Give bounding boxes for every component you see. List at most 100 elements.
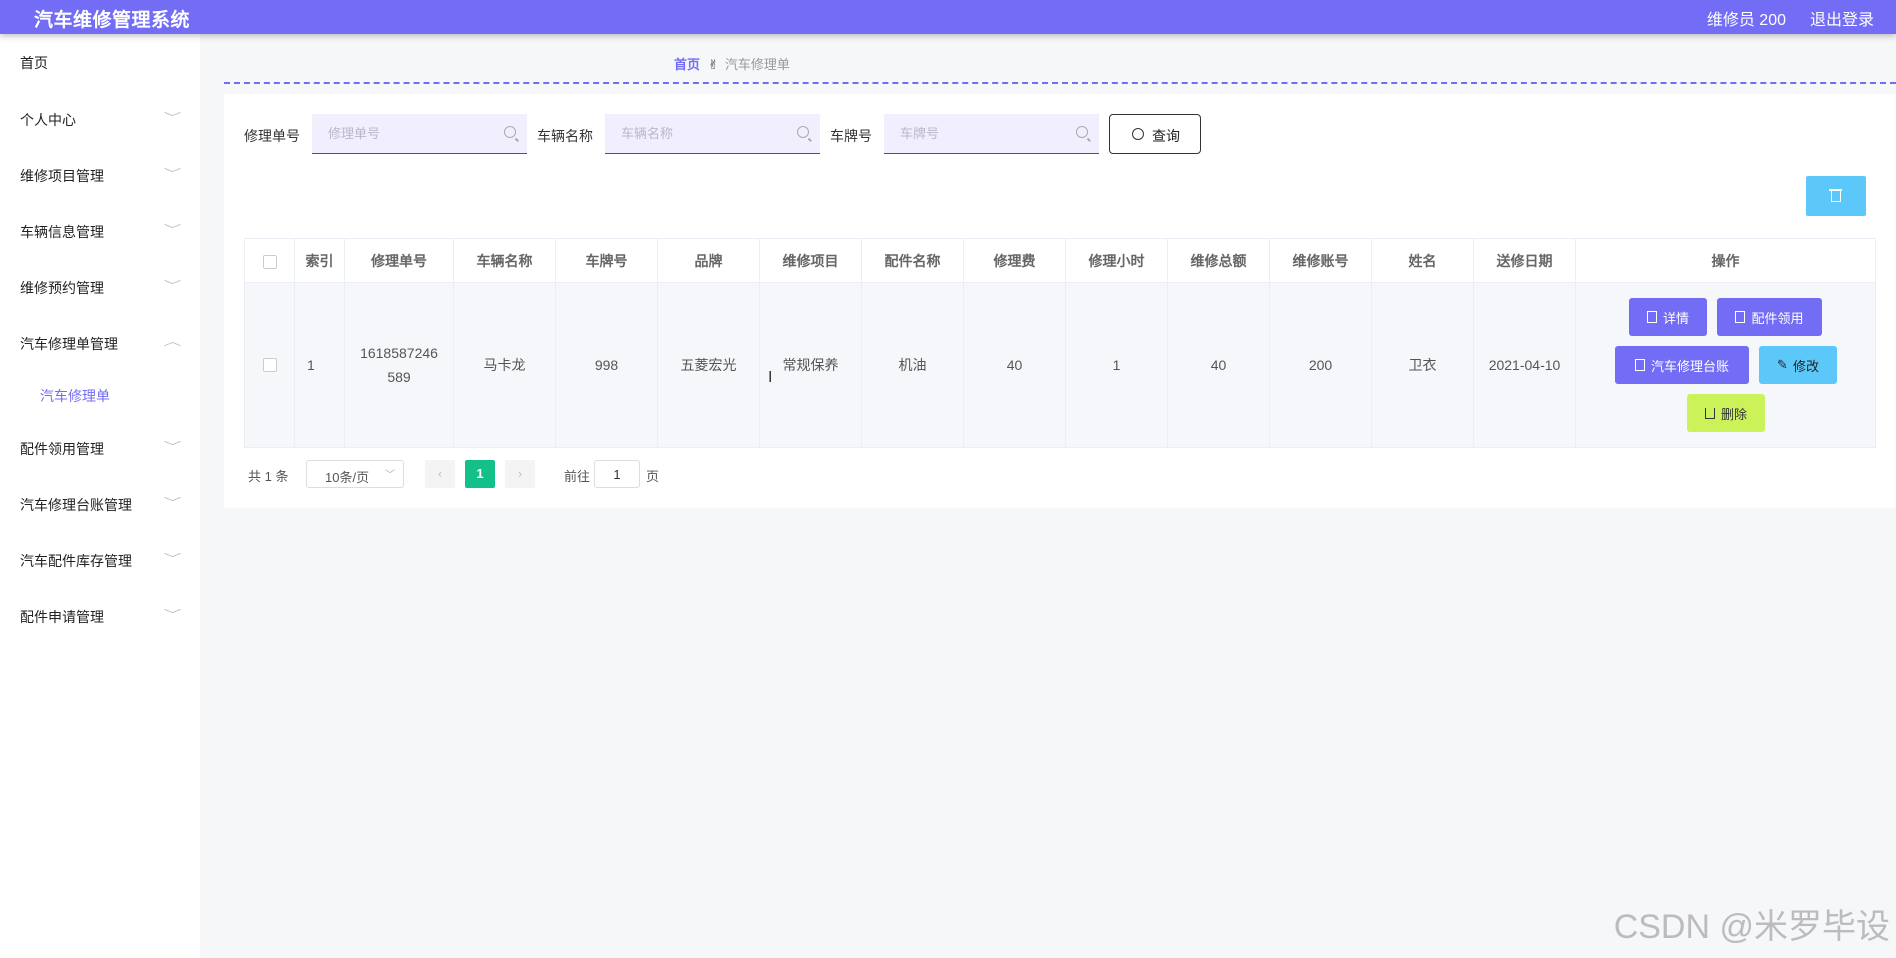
cell-plate: 998	[556, 283, 658, 447]
parts-usage-button[interactable]: 配件领用	[1717, 298, 1822, 336]
edit-icon: ✎	[1777, 357, 1788, 372]
query-button-label: 查询	[1152, 128, 1180, 144]
sidebar-item-parts-application[interactable]: 配件申请管理 ﹀	[0, 596, 200, 636]
sidebar-item-label: 配件申请管理	[20, 609, 104, 625]
sidebar-item-label: 汽车配件库存管理	[20, 553, 132, 569]
chevron-down-icon: ﹀	[163, 168, 182, 180]
column-header: 维修项目	[760, 239, 862, 283]
column-header: 操作	[1576, 239, 1875, 283]
column-header: 品牌	[658, 239, 760, 283]
column-header: 索引	[295, 239, 345, 283]
detail-button-label: 详情	[1662, 310, 1689, 326]
select-all-checkbox[interactable]	[262, 255, 277, 270]
chevron-up-icon: ︿	[163, 336, 182, 348]
plate-input[interactable]	[884, 114, 1099, 154]
repair-ledger-button[interactable]: 汽车修理台账	[1615, 346, 1749, 384]
column-header: 送修日期	[1474, 239, 1576, 283]
car-name-label: 车辆名称	[537, 128, 593, 144]
cell-total: 40	[1168, 283, 1270, 447]
repair-no-input[interactable]	[312, 114, 527, 154]
search-icon	[1076, 126, 1088, 138]
header-select-all	[245, 239, 295, 283]
sidebar-item-label: 车辆信息管理	[20, 224, 104, 240]
column-header: 维修账号	[1270, 239, 1372, 283]
chevron-down-icon: ﹀	[163, 497, 182, 509]
breadcrumb-home[interactable]: 首页	[674, 57, 700, 72]
document-icon	[1646, 311, 1657, 323]
cell-car-name: 马卡龙	[454, 283, 556, 447]
sidebar-item-repair-ledger[interactable]: 汽车修理台账管理 ﹀	[0, 484, 200, 524]
page-unit-label: 页	[646, 469, 660, 484]
repair-no-label: 修理单号	[244, 128, 300, 144]
sidebar-item-label: 配件领用管理	[20, 441, 104, 457]
search-icon	[1132, 128, 1144, 140]
sidebar-subitem-repair-order[interactable]: 汽车修理单	[40, 386, 110, 406]
sidebar-item-label: 汽车修理单管理	[20, 336, 118, 352]
watermark: CSDN @米罗毕设	[1613, 908, 1890, 946]
chevron-down-icon: ﹀	[385, 470, 395, 481]
sidebar-item-label: 维修预约管理	[20, 280, 104, 296]
chevron-down-icon: ﹀	[163, 441, 182, 453]
goto-label: 前往	[564, 469, 591, 484]
row-checkbox[interactable]	[262, 358, 277, 372]
sidebar-item-parts-usage[interactable]: 配件领用管理 ﹀	[0, 428, 200, 468]
cell-repair-item: 常规保养	[760, 283, 862, 447]
parts-usage-button-label: 配件领用	[1751, 310, 1804, 326]
logout-link[interactable]: 退出登录	[1810, 6, 1874, 30]
column-header: 修理单号	[345, 239, 454, 283]
cell-brand: 五菱宏光	[658, 283, 760, 447]
next-page-button[interactable]: ›	[505, 460, 535, 488]
sidebar-item-appointments[interactable]: 维修预约管理 ﹀	[0, 267, 200, 307]
edit-button[interactable]: ✎ 修改	[1759, 346, 1837, 384]
sidebar-item-vehicle-info[interactable]: 车辆信息管理 ﹀	[0, 211, 200, 251]
cell-part-name: 机油	[862, 283, 964, 447]
edit-button-label: 修改	[1792, 358, 1819, 374]
sidebar-item-label: 汽车修理台账管理	[20, 497, 132, 513]
column-header: 配件名称	[862, 239, 964, 283]
car-name-input[interactable]	[605, 114, 820, 154]
document-icon	[1634, 359, 1645, 371]
breadcrumb-current: 汽车修理单	[724, 57, 790, 72]
sidebar-item-repair-orders[interactable]: 汽车修理单管理 ︿	[0, 323, 200, 363]
cell-repair-hours: 1	[1066, 283, 1168, 447]
trash-icon	[1829, 189, 1842, 202]
row-select-cell	[245, 283, 295, 447]
cell-account: 200	[1270, 283, 1372, 447]
cell-index: 1	[295, 283, 345, 447]
column-header: 车辆名称	[454, 239, 556, 283]
pagination-total: 共 1 条	[248, 469, 289, 484]
column-header: 维修总额	[1168, 239, 1270, 283]
column-header: 姓名	[1372, 239, 1474, 283]
sidebar-item-personal-center[interactable]: 个人中心 ﹀	[0, 99, 200, 139]
document-icon	[1735, 311, 1746, 323]
app-title: 汽车维修管理系统	[34, 10, 191, 31]
search-icon	[504, 126, 516, 138]
query-button[interactable]: 查询	[1109, 114, 1201, 154]
sidebar-item-label: 维修项目管理	[20, 168, 104, 184]
cell-repair-fee: 40	[964, 283, 1066, 447]
chevron-down-icon: ﹀	[163, 609, 182, 621]
goto-page-input[interactable]	[594, 460, 640, 488]
sidebar-item-parts-inventory[interactable]: 汽车配件库存管理 ﹀	[0, 540, 200, 580]
prev-page-button[interactable]: ‹	[425, 460, 455, 488]
current-user: 维修员 200	[1706, 12, 1786, 29]
page-size-value: 10条/页	[325, 470, 370, 485]
cell-date: 2021-04-10	[1474, 283, 1576, 447]
chevron-down-icon: ﹀	[163, 112, 182, 124]
sidebar-item-repair-projects[interactable]: 维修项目管理 ﹀	[0, 155, 200, 195]
current-page[interactable]: 1	[465, 460, 495, 488]
sidebar-item-label: 首页	[20, 55, 48, 71]
plate-label: 车牌号	[830, 128, 872, 144]
cell-name: 卫衣	[1372, 283, 1474, 447]
batch-delete-button[interactable]	[1806, 176, 1866, 216]
chevron-down-icon: ﹀	[163, 224, 182, 236]
repair-order-table: 索引 修理单号 车辆名称 车牌号 品牌 维修项目 配件名称 修理费 修理小时 维…	[244, 238, 1876, 448]
delete-button[interactable]: 删除	[1687, 394, 1765, 432]
page-size-select[interactable]: 10条/页 ﹀	[306, 460, 404, 488]
column-header: 车牌号	[556, 239, 658, 283]
divider	[224, 82, 1896, 84]
sidebar: 首页 个人中心 ﹀ 维修项目管理 ﹀ 车辆信息管理 ﹀ 维修预约管理 ﹀ 汽车修…	[0, 34, 200, 958]
sidebar-item-home[interactable]: 首页	[0, 42, 200, 82]
detail-button[interactable]: 详情	[1629, 298, 1707, 336]
chevron-down-icon: ﹀	[163, 553, 182, 565]
